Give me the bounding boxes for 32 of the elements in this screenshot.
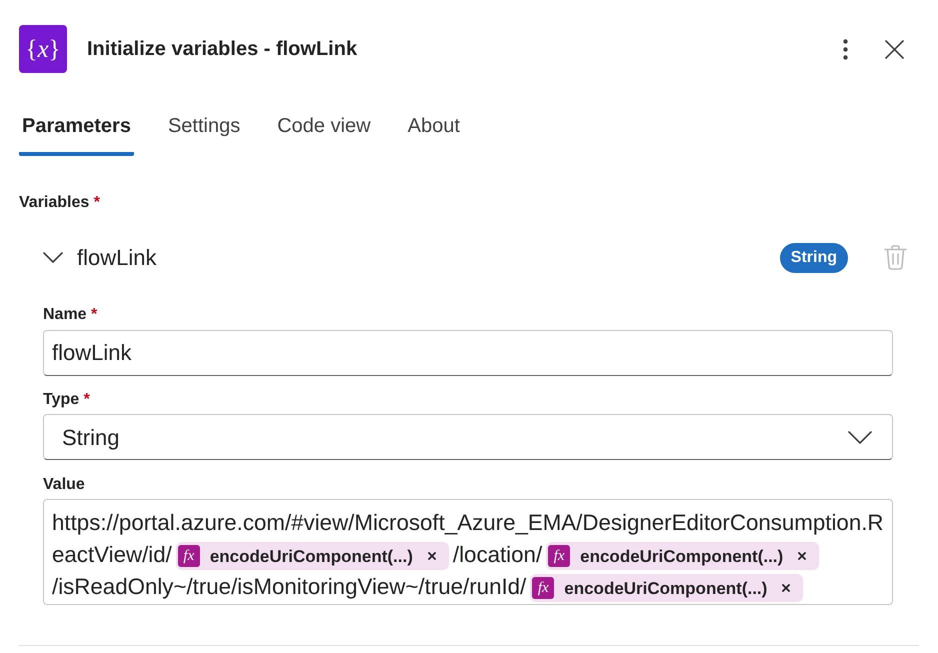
type-badge: String <box>780 242 848 272</box>
tab[interactable]: Parameters <box>19 100 134 156</box>
function-icon: fx <box>548 545 570 568</box>
close-icon[interactable] <box>885 40 904 58</box>
remove-icon[interactable] <box>798 552 806 560</box>
expression-token[interactable]: fx encodeUriComponent(...) <box>176 542 449 570</box>
function-icon: fx <box>532 577 554 600</box>
value-text: eactView/id/ <box>52 541 172 569</box>
tab[interactable]: About <box>404 100 463 156</box>
window-title: Initialize variables - flowLink <box>87 37 358 62</box>
field-label: Type * <box>43 390 90 410</box>
tab[interactable]: Settings <box>164 100 244 156</box>
remove-icon[interactable] <box>782 584 790 592</box>
value-text: /isReadOnly~/true/isMonitoringView~/true/runId/ <box>52 573 526 601</box>
variable-name: flowLink <box>77 244 156 272</box>
value-text: /location/ <box>452 541 542 569</box>
field-label: Value <box>43 475 85 495</box>
type-dropdown[interactable]: String <box>43 414 893 460</box>
tab[interactable]: Code view <box>274 100 374 156</box>
function-icon: fx <box>178 545 200 568</box>
expression-token[interactable]: fx encodeUriComponent(...) <box>546 542 820 570</box>
field-label: Name * <box>43 305 98 325</box>
expression-token[interactable]: fx encodeUriComponent(...) <box>530 574 804 602</box>
value-input[interactable] <box>43 499 893 605</box>
chevron-down-icon[interactable] <box>43 252 63 263</box>
value-text: https://portal.azure.com/#view/Microsoft_Azure_EMA/DesignerEditorConsumption.R <box>52 509 884 537</box>
field-label: Variables * <box>19 193 100 213</box>
more-options-icon[interactable] <box>843 38 848 60</box>
variable-icon: {x} <box>19 25 67 73</box>
name-input[interactable]: flowLink <box>43 330 893 376</box>
chevron-down-icon <box>848 430 872 444</box>
remove-icon[interactable] <box>428 552 436 560</box>
